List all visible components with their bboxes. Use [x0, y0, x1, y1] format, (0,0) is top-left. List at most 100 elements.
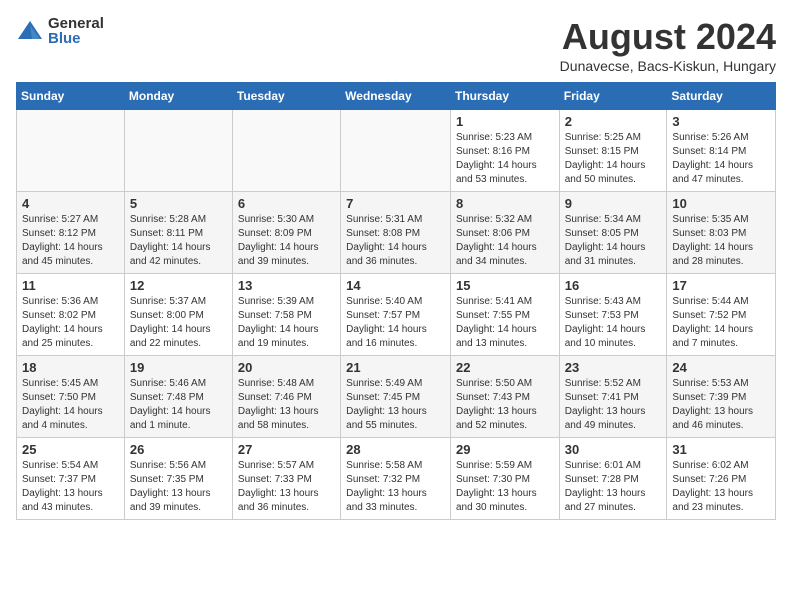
day-info: Sunrise: 5:45 AM Sunset: 7:50 PM Dayligh…: [22, 377, 119, 433]
day-number: 3: [672, 114, 770, 129]
day-number: 5: [130, 196, 227, 211]
day-info: Sunrise: 5:27 AM Sunset: 8:12 PM Dayligh…: [22, 213, 119, 269]
day-number: 25: [22, 442, 119, 457]
day-number: 14: [346, 278, 445, 293]
calendar-cell: 28 Sunrise: 5:58 AM Sunset: 7:32 PM Dayli…: [341, 438, 451, 520]
day-info: Sunrise: 5:36 AM Sunset: 8:02 PM Dayligh…: [22, 295, 119, 351]
calendar-cell: 12Sunrise: 5:37 AM Sunset: 8:00 PM Dayli…: [124, 274, 232, 356]
day-info: Sunrise: 5:48 AM Sunset: 7:46 PM Dayligh…: [238, 377, 335, 433]
day-number: 27: [238, 442, 335, 457]
title-section: August 2024 Dunavecse, Bacs-Kiskun, Hung…: [560, 16, 776, 74]
day-number: 10: [672, 196, 770, 211]
calendar-cell: 26 Sunrise: 5:56 AM Sunset: 7:35 PM Dayli…: [124, 438, 232, 520]
day-number: 31: [672, 442, 770, 457]
day-number: 19: [130, 360, 227, 375]
day-info: Sunrise: 5:57 AM Sunset: 7:33 PM Dayligh…: [238, 459, 335, 515]
calendar-cell: 31 Sunrise: 6:02 AM Sunset: 7:26 PM Dayli…: [667, 438, 776, 520]
day-info: Sunrise: 5:53 AM Sunset: 7:39 PM Dayligh…: [672, 377, 770, 433]
logo-text: General Blue: [48, 16, 104, 46]
calendar-cell: 15 Sunrise: 5:41 AM Sunset: 7:55 PM Dayli…: [450, 274, 559, 356]
day-info: Sunrise: 5:44 AM Sunset: 7:52 PM Dayligh…: [672, 295, 770, 351]
day-info: Sunrise: 5:30 AM Sunset: 8:09 PM Dayligh…: [238, 213, 335, 269]
calendar-cell: 30 Sunrise: 6:01 AM Sunset: 7:28 PM Dayli…: [559, 438, 667, 520]
day-info: Sunrise: 5:28 AM Sunset: 8:11 PM Dayligh…: [130, 213, 227, 269]
calendar-cell: 22Sunrise: 5:50 AM Sunset: 7:43 PM Dayli…: [450, 356, 559, 438]
logo-icon: [16, 17, 44, 45]
calendar-cell: 25 Sunrise: 5:54 AM Sunset: 7:37 PM Dayli…: [17, 438, 125, 520]
day-info: Sunrise: 5:34 AM Sunset: 8:05 PM Dayligh…: [565, 213, 662, 269]
day-number: 29: [456, 442, 554, 457]
day-number: 11: [22, 278, 119, 293]
day-number: 15: [456, 278, 554, 293]
day-number: 13: [238, 278, 335, 293]
day-info: Sunrise: 5:26 AM Sunset: 8:14 PM Dayligh…: [672, 131, 770, 187]
calendar-cell: 29 Sunrise: 5:59 AM Sunset: 7:30 PM Dayli…: [450, 438, 559, 520]
day-number: 21: [346, 360, 445, 375]
day-info: Sunrise: 5:59 AM Sunset: 7:30 PM Dayligh…: [456, 459, 554, 515]
day-info: Sunrise: 5:32 AM Sunset: 8:06 PM Dayligh…: [456, 213, 554, 269]
day-number: 9: [565, 196, 662, 211]
day-info: Sunrise: 6:02 AM Sunset: 7:26 PM Dayligh…: [672, 459, 770, 515]
day-info: Sunrise: 5:58 AM Sunset: 7:32 PM Dayligh…: [346, 459, 445, 515]
weekday-header-wednesday: Wednesday: [341, 83, 451, 110]
calendar-cell: 27 Sunrise: 5:57 AM Sunset: 7:33 PM Dayli…: [232, 438, 340, 520]
calendar-cell: 21 Sunrise: 5:49 AM Sunset: 7:45 PM Dayli…: [341, 356, 451, 438]
day-info: Sunrise: 5:52 AM Sunset: 7:41 PM Dayligh…: [565, 377, 662, 433]
day-info: Sunrise: 5:46 AM Sunset: 7:48 PM Dayligh…: [130, 377, 227, 433]
day-number: 24: [672, 360, 770, 375]
calendar-cell: [232, 110, 340, 192]
calendar-cell: 23 Sunrise: 5:52 AM Sunset: 7:41 PM Dayli…: [559, 356, 667, 438]
calendar-cell: 4 Sunrise: 5:27 AM Sunset: 8:12 PM Daylig…: [17, 192, 125, 274]
calendar-title: August 2024: [560, 16, 776, 58]
weekday-header-tuesday: Tuesday: [232, 83, 340, 110]
day-number: 22: [456, 360, 554, 375]
calendar-cell: 14 Sunrise: 5:40 AM Sunset: 7:57 PM Dayli…: [341, 274, 451, 356]
day-number: 20: [238, 360, 335, 375]
calendar-cell: [124, 110, 232, 192]
calendar-cell: 24 Sunrise: 5:53 AM Sunset: 7:39 PM Dayli…: [667, 356, 776, 438]
day-info: Sunrise: 5:43 AM Sunset: 7:53 PM Dayligh…: [565, 295, 662, 351]
day-number: 12: [130, 278, 227, 293]
calendar-cell: 11 Sunrise: 5:36 AM Sunset: 8:02 PM Dayli…: [17, 274, 125, 356]
calendar-cell: 8Sunrise: 5:32 AM Sunset: 8:06 PM Daylig…: [450, 192, 559, 274]
calendar-week-4: 18Sunrise: 5:45 AM Sunset: 7:50 PM Dayli…: [17, 356, 776, 438]
calendar-cell: 20 Sunrise: 5:48 AM Sunset: 7:46 PM Dayli…: [232, 356, 340, 438]
day-info: Sunrise: 6:01 AM Sunset: 7:28 PM Dayligh…: [565, 459, 662, 515]
day-number: 4: [22, 196, 119, 211]
day-info: Sunrise: 5:40 AM Sunset: 7:57 PM Dayligh…: [346, 295, 445, 351]
calendar-cell: 18Sunrise: 5:45 AM Sunset: 7:50 PM Dayli…: [17, 356, 125, 438]
weekday-row: SundayMondayTuesdayWednesdayThursdayFrid…: [17, 83, 776, 110]
calendar-week-1: 1Sunrise: 5:23 AM Sunset: 8:16 PM Daylig…: [17, 110, 776, 192]
calendar-cell: 2Sunrise: 5:25 AM Sunset: 8:15 PM Daylig…: [559, 110, 667, 192]
day-info: Sunrise: 5:41 AM Sunset: 7:55 PM Dayligh…: [456, 295, 554, 351]
day-info: Sunrise: 5:54 AM Sunset: 7:37 PM Dayligh…: [22, 459, 119, 515]
calendar-cell: 17Sunrise: 5:44 AM Sunset: 7:52 PM Dayli…: [667, 274, 776, 356]
calendar-table: SundayMondayTuesdayWednesdayThursdayFrid…: [16, 82, 776, 520]
calendar-week-2: 4 Sunrise: 5:27 AM Sunset: 8:12 PM Daylig…: [17, 192, 776, 274]
calendar-cell: 13 Sunrise: 5:39 AM Sunset: 7:58 PM Dayli…: [232, 274, 340, 356]
header: General Blue August 2024 Dunavecse, Bacs…: [16, 16, 776, 74]
weekday-header-friday: Friday: [559, 83, 667, 110]
day-number: 6: [238, 196, 335, 211]
day-info: Sunrise: 5:35 AM Sunset: 8:03 PM Dayligh…: [672, 213, 770, 269]
logo-general-text: General: [48, 16, 104, 31]
day-number: 23: [565, 360, 662, 375]
day-info: Sunrise: 5:23 AM Sunset: 8:16 PM Dayligh…: [456, 131, 554, 187]
day-number: 16: [565, 278, 662, 293]
day-info: Sunrise: 5:39 AM Sunset: 7:58 PM Dayligh…: [238, 295, 335, 351]
day-number: 2: [565, 114, 662, 129]
day-number: 7: [346, 196, 445, 211]
day-info: Sunrise: 5:49 AM Sunset: 7:45 PM Dayligh…: [346, 377, 445, 433]
day-number: 28: [346, 442, 445, 457]
calendar-week-5: 25 Sunrise: 5:54 AM Sunset: 7:37 PM Dayli…: [17, 438, 776, 520]
calendar-cell: 7Sunrise: 5:31 AM Sunset: 8:08 PM Daylig…: [341, 192, 451, 274]
weekday-header-saturday: Saturday: [667, 83, 776, 110]
calendar-cell: 10 Sunrise: 5:35 AM Sunset: 8:03 PM Dayli…: [667, 192, 776, 274]
logo-blue-text: Blue: [48, 31, 104, 46]
day-number: 26: [130, 442, 227, 457]
calendar-body: 1Sunrise: 5:23 AM Sunset: 8:16 PM Daylig…: [17, 110, 776, 520]
day-number: 30: [565, 442, 662, 457]
calendar-cell: 16 Sunrise: 5:43 AM Sunset: 7:53 PM Dayli…: [559, 274, 667, 356]
calendar-cell: 9 Sunrise: 5:34 AM Sunset: 8:05 PM Daylig…: [559, 192, 667, 274]
day-info: Sunrise: 5:56 AM Sunset: 7:35 PM Dayligh…: [130, 459, 227, 515]
